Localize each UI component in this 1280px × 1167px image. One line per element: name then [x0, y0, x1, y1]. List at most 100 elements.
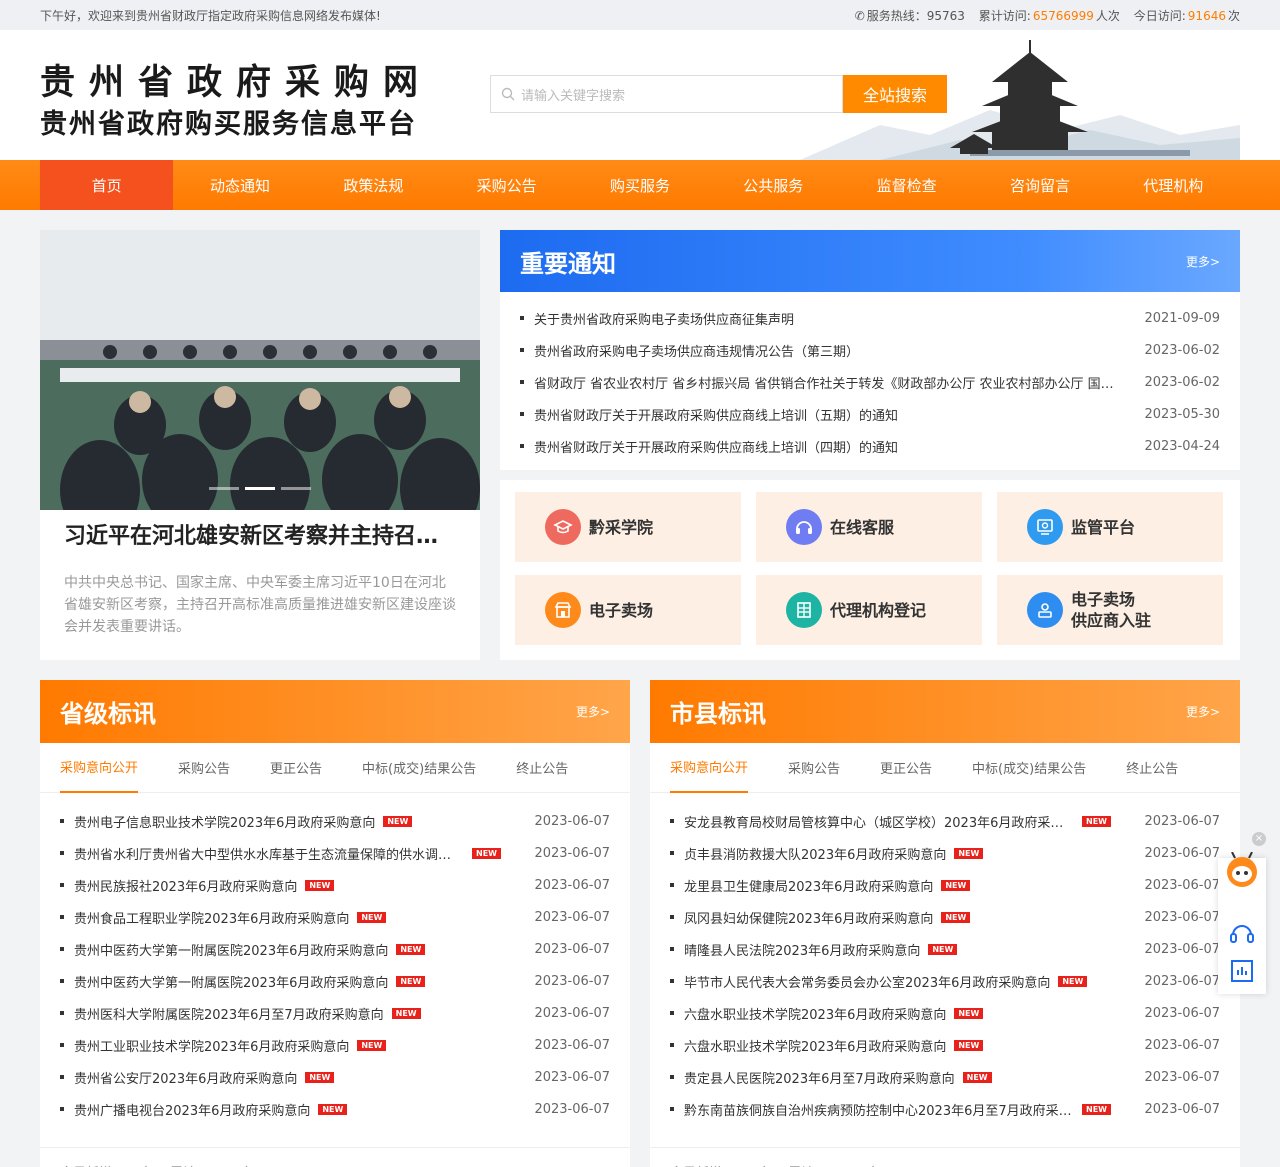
- nav-item[interactable]: 首页: [40, 160, 174, 210]
- bid-item[interactable]: 六盘水职业技术学院2023年6月政府采购意向 NEW 2023-06-07: [670, 1029, 1220, 1061]
- bid-item[interactable]: 贵州电子信息职业技术学院2023年6月政府采购意向 NEW 2023-06-07: [60, 805, 610, 837]
- bid-item-title[interactable]: 黔东南苗族侗族自治州疾病预防控制中心2023年6月至7月政府采购意向: [684, 1100, 1074, 1119]
- county-more-link[interactable]: 更多>: [1186, 703, 1220, 720]
- notice-item[interactable]: 省财政厅 省农业农村厅 省乡村振兴局 省供销合作社关于转发《财政部办公厅 农业农…: [520, 366, 1220, 398]
- bid-item-title[interactable]: 贵定县人民医院2023年6月至7月政府采购意向: [684, 1068, 955, 1087]
- county-tab[interactable]: 采购公告: [788, 743, 840, 793]
- bid-item[interactable]: 晴隆县人民法院2023年6月政府采购意向 NEW 2023-06-07: [670, 933, 1220, 965]
- bid-item[interactable]: 贵州中医药大学第一附属医院2023年6月政府采购意向 NEW 2023-06-07: [60, 965, 610, 997]
- nav-item[interactable]: 咨询留言: [973, 160, 1106, 210]
- bid-item[interactable]: 贵州省水利厅贵州省大中型供水水库基于生态流量保障的供水调度研究项目采购意向 NEW…: [60, 837, 610, 869]
- slider-news-title[interactable]: 习近平在河北雄安新区考察并主持召开高标准高质量推进雄安新区建设座谈会: [40, 510, 480, 554]
- bid-item-title[interactable]: 贵州省水利厅贵州省大中型供水水库基于生态流量保障的供水调度研究项目采购意向: [74, 844, 464, 863]
- bid-item[interactable]: 贵州医科大学附属医院2023年6月至7月政府采购意向 NEW 2023-06-07: [60, 997, 610, 1029]
- news-slider[interactable]: 习近平在河北雄安新区考察并主持召开高标准高质量推进雄安新区建设座谈会 中共中央总…: [40, 230, 480, 660]
- service-tile[interactable]: 电子卖场: [515, 575, 741, 645]
- slider-dot[interactable]: [209, 487, 239, 490]
- bid-item[interactable]: 安龙县教育局校财局管核算中心（城区学校）2023年6月政府采购意向 NEW 2023…: [670, 805, 1220, 837]
- chart-board-icon[interactable]: [1229, 958, 1255, 984]
- slider-photo[interactable]: [40, 230, 480, 510]
- bid-item-title[interactable]: 毕节市人民代表大会常务委员会办公室2023年6月政府采购意向: [684, 972, 1050, 991]
- bid-item[interactable]: 贵州中医药大学第一附属医院2023年6月政府采购意向 NEW 2023-06-07: [60, 933, 610, 965]
- nav-item[interactable]: 采购公告: [440, 160, 573, 210]
- bid-item-title[interactable]: 凤冈县妇幼保健院2023年6月政府采购意向: [684, 908, 933, 927]
- notice-more-link[interactable]: 更多>: [1186, 253, 1220, 270]
- bid-item-title[interactable]: 六盘水职业技术学院2023年6月政府采购意向: [684, 1036, 946, 1055]
- bullet-icon: [60, 883, 64, 887]
- notice-item-title[interactable]: 贵州省财政厅关于开展政府采购供应商线上培训（五期）的通知: [534, 405, 1120, 424]
- main-nav: 首页 动态通知 政策法规 采购公告 购买服务 公共服务 监督检查 咨询留言 代理机构: [0, 160, 1280, 210]
- bid-item-title[interactable]: 贵州民族报社2023年6月政府采购意向: [74, 876, 297, 895]
- bid-item-title[interactable]: 安龙县教育局校财局管核算中心（城区学校）2023年6月政府采购意向: [684, 812, 1074, 831]
- bid-item[interactable]: 龙里县卫生健康局2023年6月政府采购意向 NEW 2023-06-07: [670, 869, 1220, 901]
- notice-item[interactable]: 关于贵州省政府采购电子卖场供应商征集声明 2021-09-09: [520, 302, 1220, 334]
- bid-item[interactable]: 毕节市人民代表大会常务委员会办公室2023年6月政府采购意向 NEW 2023-06…: [670, 965, 1220, 997]
- county-tab[interactable]: 终止公告: [1126, 743, 1178, 793]
- nav-item[interactable]: 购买服务: [573, 160, 706, 210]
- new-badge: NEW: [1058, 975, 1088, 987]
- bid-item[interactable]: 贵州广播电视台2023年6月政府采购意向 NEW 2023-06-07: [60, 1093, 610, 1125]
- bid-item-title[interactable]: 贵州医科大学附属医院2023年6月至7月政府采购意向: [74, 1004, 384, 1023]
- notice-item-title[interactable]: 贵州省政府采购电子卖场供应商违规情况公告（第三期）: [534, 341, 1120, 360]
- float-close-button[interactable]: ×: [1252, 832, 1266, 846]
- bid-item-title[interactable]: 贵州中医药大学第一附属医院2023年6月政府采购意向: [74, 940, 388, 959]
- bid-item-title[interactable]: 贵州食品工程职业学院2023年6月政府采购意向: [74, 908, 349, 927]
- nav-item[interactable]: 动态通知: [173, 160, 306, 210]
- notice-item-date: 2023-06-02: [1144, 342, 1220, 358]
- bid-item-title[interactable]: 贵州广播电视台2023年6月政府采购意向: [74, 1100, 310, 1119]
- notice-item[interactable]: 贵州省政府采购电子卖场供应商违规情况公告（第三期） 2023-06-02: [520, 334, 1220, 366]
- provincial-tab[interactable]: 终止公告: [516, 743, 568, 793]
- site-logo-title[interactable]: 贵州省政府采购网: [40, 54, 432, 105]
- provincial-tabs: 采购意向公开 采购公告 更正公告 中标(成交)结果公告 终止公告: [40, 743, 630, 793]
- nav-item[interactable]: 公共服务: [707, 160, 840, 210]
- bid-item-title[interactable]: 六盘水职业技术学院2023年6月政府采购意向: [684, 1004, 946, 1023]
- bid-item[interactable]: 贵州民族报社2023年6月政府采购意向 NEW 2023-06-07: [60, 869, 610, 901]
- search-icon: [501, 87, 515, 101]
- notice-item-title[interactable]: 贵州省财政厅关于开展政府采购供应商线上培训（四期）的通知: [534, 437, 1120, 456]
- site-logo-subtitle[interactable]: 贵州省政府购买服务信息平台: [40, 102, 417, 141]
- slider-dot[interactable]: [281, 487, 311, 490]
- bid-item-title[interactable]: 晴隆县人民法院2023年6月政府采购意向: [684, 940, 920, 959]
- service-tile[interactable]: 电子卖场 供应商入驻: [997, 575, 1223, 645]
- provincial-more-link[interactable]: 更多>: [576, 703, 610, 720]
- provincial-tab[interactable]: 采购公告: [178, 743, 230, 793]
- bee-mascot-icon[interactable]: [1223, 852, 1261, 892]
- bid-item-date: 2023-06-07: [534, 845, 610, 861]
- notice-item[interactable]: 贵州省财政厅关于开展政府采购供应商线上培训（四期）的通知 2023-04-24: [520, 430, 1220, 462]
- provincial-tab[interactable]: 更正公告: [270, 743, 322, 793]
- county-tab[interactable]: 更正公告: [880, 743, 932, 793]
- bid-item[interactable]: 六盘水职业技术学院2023年6月政府采购意向 NEW 2023-06-07: [670, 997, 1220, 1029]
- bid-item[interactable]: 贵州工业职业技术学院2023年6月政府采购意向 NEW 2023-06-07: [60, 1029, 610, 1061]
- bid-item-title[interactable]: 贵州工业职业技术学院2023年6月政府采购意向: [74, 1036, 349, 1055]
- service-tile[interactable]: 在线客服: [756, 492, 982, 562]
- bid-item-title[interactable]: 龙里县卫生健康局2023年6月政府采购意向: [684, 876, 933, 895]
- bid-item-date: 2023-06-07: [1144, 909, 1220, 925]
- bid-item[interactable]: 黔东南苗族侗族自治州疾病预防控制中心2023年6月至7月政府采购意向 NEW 202…: [670, 1093, 1220, 1125]
- notice-item-title[interactable]: 关于贵州省政府采购电子卖场供应商征集声明: [534, 309, 1120, 328]
- service-tile[interactable]: 黔采学院: [515, 492, 741, 562]
- bid-item[interactable]: 贵州省公安厅2023年6月政府采购意向 NEW 2023-06-07: [60, 1061, 610, 1093]
- provincial-tab[interactable]: 采购意向公开: [60, 743, 139, 793]
- bid-item-title[interactable]: 贵州省公安厅2023年6月政府采购意向: [74, 1068, 297, 1087]
- bid-item[interactable]: 贞丰县消防救援大队2023年6月政府采购意向 NEW 2023-06-07: [670, 837, 1220, 869]
- notice-item-title[interactable]: 省财政厅 省农业农村厅 省乡村振兴局 省供销合作社关于转发《财政部办公厅 农业农…: [534, 373, 1120, 392]
- service-tile[interactable]: 监管平台: [997, 492, 1223, 562]
- bid-item-title[interactable]: 贵州电子信息职业技术学院2023年6月政府采购意向: [74, 812, 375, 831]
- nav-item[interactable]: 代理机构: [1107, 160, 1240, 210]
- new-badge: NEW: [396, 943, 426, 955]
- bid-item[interactable]: 贵州食品工程职业学院2023年6月政府采购意向 NEW 2023-06-07: [60, 901, 610, 933]
- slider-dot-active[interactable]: [245, 487, 275, 490]
- county-tab[interactable]: 中标(成交)结果公告: [972, 743, 1086, 793]
- nav-item[interactable]: 政策法规: [307, 160, 440, 210]
- headset-icon[interactable]: [1229, 920, 1255, 946]
- bid-item-title[interactable]: 贞丰县消防救援大队2023年6月政府采购意向: [684, 844, 946, 863]
- provincial-tab[interactable]: 中标(成交)结果公告: [362, 743, 476, 793]
- bid-item-title[interactable]: 贵州中医药大学第一附属医院2023年6月政府采购意向: [74, 972, 388, 991]
- service-tile[interactable]: 代理机构登记: [756, 575, 982, 645]
- county-tab[interactable]: 采购意向公开: [670, 743, 749, 793]
- notice-item[interactable]: 贵州省财政厅关于开展政府采购供应商线上培训（五期）的通知 2023-05-30: [520, 398, 1220, 430]
- headset-icon: [786, 509, 822, 545]
- bid-item[interactable]: 贵定县人民医院2023年6月至7月政府采购意向 NEW 2023-06-07: [670, 1061, 1220, 1093]
- nav-item[interactable]: 监督检查: [840, 160, 973, 210]
- bid-item[interactable]: 凤冈县妇幼保健院2023年6月政府采购意向 NEW 2023-06-07: [670, 901, 1220, 933]
